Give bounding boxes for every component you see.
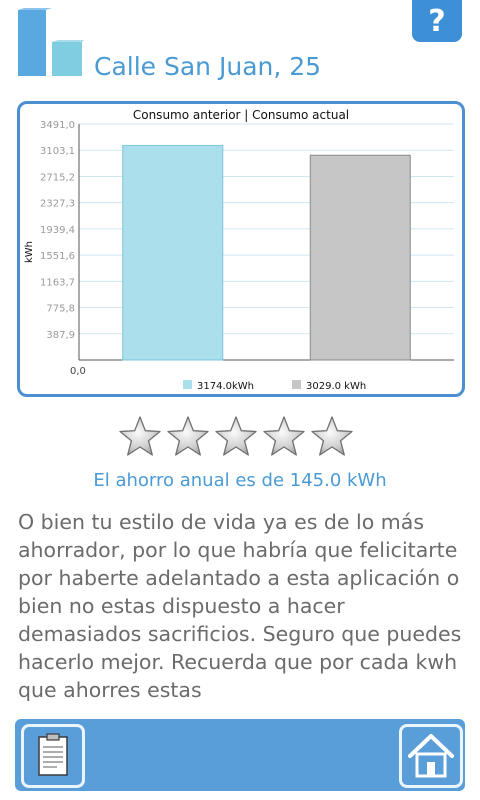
y-tick-label: 0,0 [70, 366, 86, 377]
home-icon [408, 734, 454, 778]
star-icon [167, 416, 209, 456]
chart-title: Consumo anterior | Consumo actual [133, 108, 349, 122]
y-tick-label: 1551,6 [40, 251, 75, 262]
y-tick-label: 2715,2 [40, 172, 75, 183]
bar-1 [122, 144, 224, 361]
rating-stars [118, 414, 354, 460]
star-icon [215, 416, 257, 456]
star-icon [119, 416, 161, 456]
annual-savings-text: El ahorro anual es de 145.0 kWh [93, 470, 387, 491]
legend-swatch-1 [183, 380, 192, 389]
bottom-toolbar [15, 719, 465, 791]
y-tick-label: 2327,3 [40, 199, 75, 210]
clipboard-icon [38, 733, 68, 776]
legend-label-1: 3174.0kWh [197, 381, 254, 392]
advice-message: O bien tu estilo de vida ya es de lo más… [18, 510, 462, 701]
y-tick-label: 1163,7 [40, 277, 75, 288]
home-button[interactable] [399, 724, 463, 788]
clipboard-button[interactable] [21, 724, 85, 788]
bar-2 [309, 154, 411, 361]
app-logo-icon [18, 8, 84, 78]
help-button[interactable]: ? [412, 0, 462, 42]
legend-label-2: 3029.0 kWh [306, 381, 366, 392]
star-icon [311, 416, 353, 456]
consumption-chart-svg: 0,0 387,9 775,8 1163,7 1551,6 1939,4 2327,3 271… [24, 108, 454, 392]
star-icon [263, 416, 305, 456]
address-title: Calle San Juan, 25 [94, 52, 322, 81]
y-axis-label: kWh [24, 241, 35, 263]
y-tick-label: 3103,1 [40, 146, 75, 157]
y-tick-label: 1939,4 [40, 225, 75, 236]
legend-swatch-2 [292, 380, 301, 389]
consumption-chart: 0,0 387,9 775,8 1163,7 1551,6 1939,4 2327,3 271… [17, 101, 465, 397]
y-tick-label: 387,9 [46, 330, 75, 341]
y-tick-label: 775,8 [46, 304, 75, 315]
y-tick-label: 3491,0 [40, 120, 75, 131]
